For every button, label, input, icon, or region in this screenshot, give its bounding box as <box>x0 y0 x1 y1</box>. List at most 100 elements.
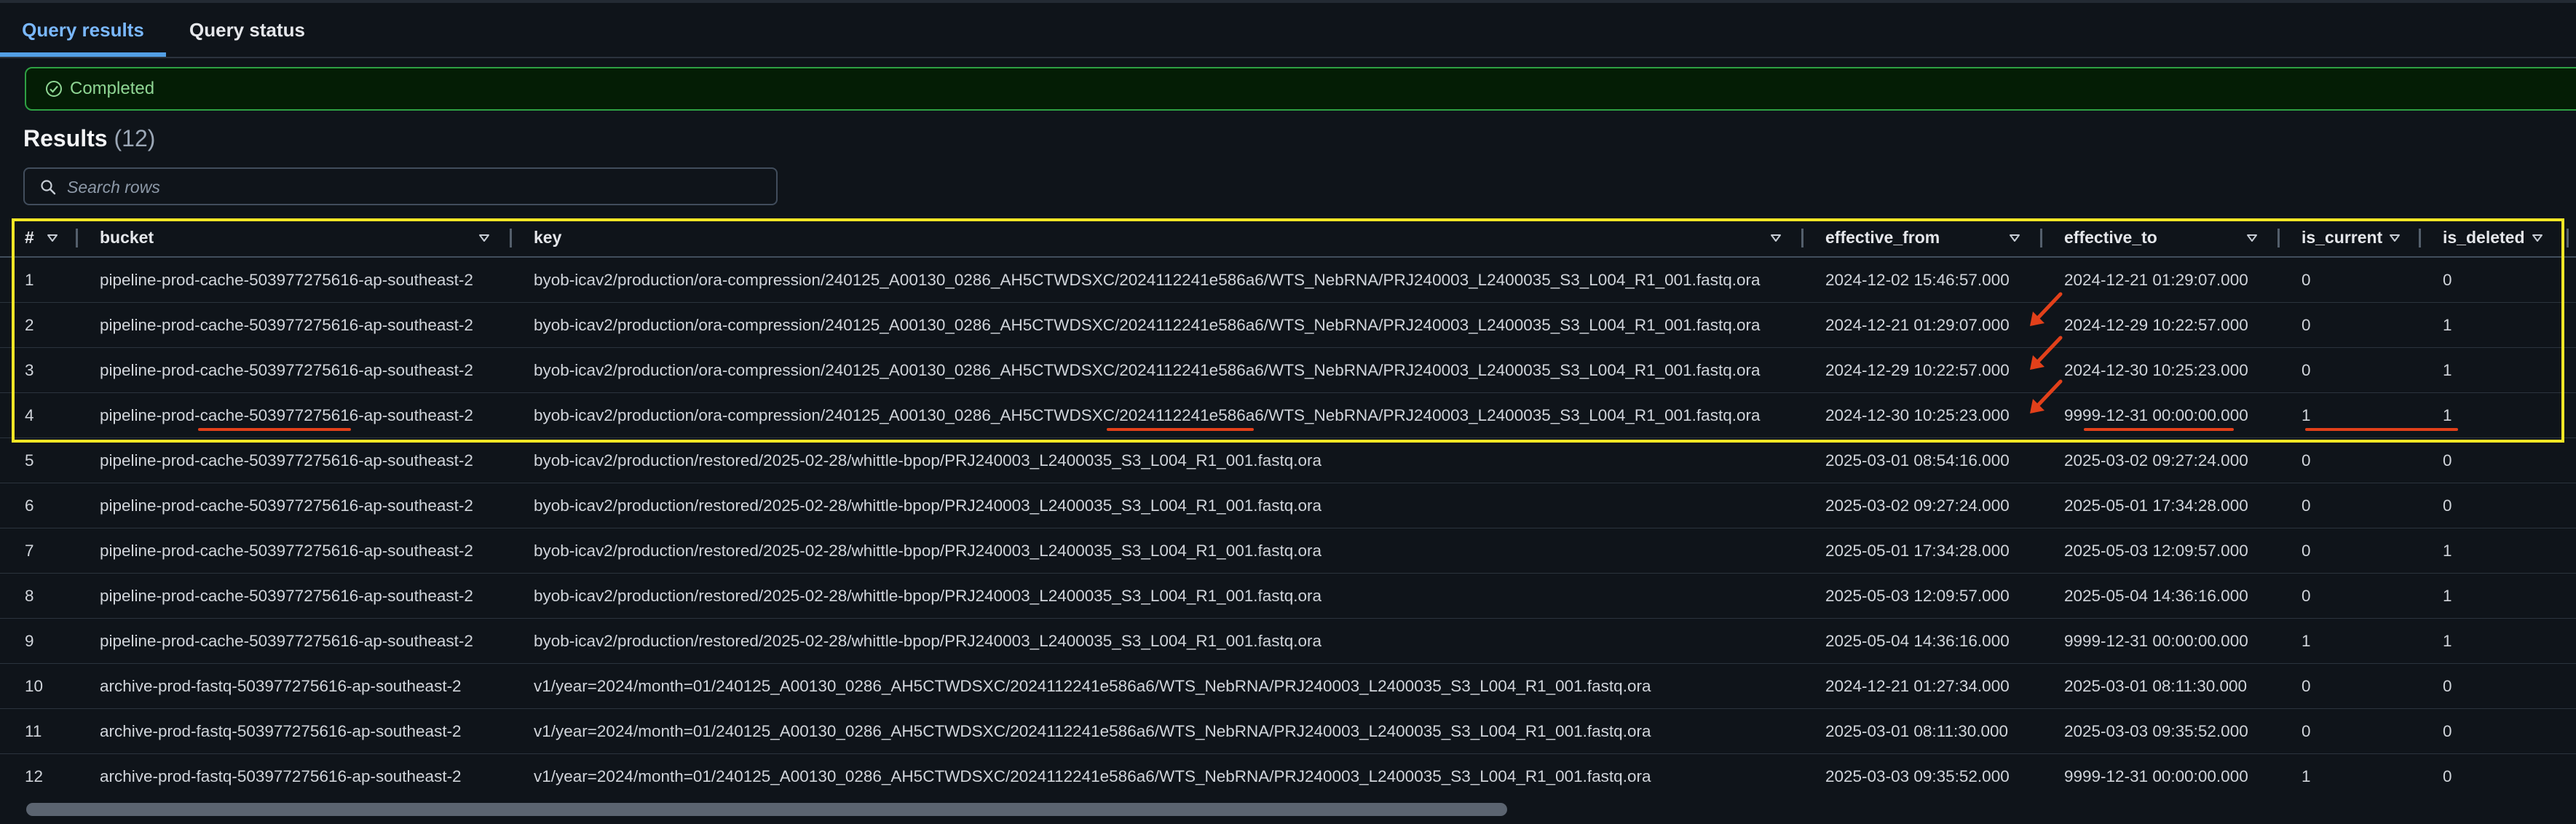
cell-effective-to: 9999-12-31 00:00:00.000 <box>2042 392 2280 438</box>
table-row[interactable]: 6 pipeline-prod-cache-503977275616-ap-so… <box>0 483 2576 528</box>
cell-index: 10 <box>0 663 78 709</box>
column-header-bucket[interactable]: bucket <box>78 218 512 258</box>
cell-key: byob-icav2/production/restored/2025-02-2… <box>512 573 1803 619</box>
cell-index: 9 <box>0 618 78 664</box>
cell-is-current: 0 <box>2280 437 2421 483</box>
cell-bucket: pipeline-prod-cache-503977275616-ap-sout… <box>78 392 512 438</box>
table-row[interactable]: 12 archive-prod-fastq-503977275616-ap-so… <box>0 753 2576 797</box>
cell-index: 3 <box>0 347 78 393</box>
column-header-is-deleted[interactable]: is_deleted <box>2421 218 2576 258</box>
table-row[interactable]: 7 pipeline-prod-cache-503977275616-ap-so… <box>0 528 2576 574</box>
table-row[interactable]: 1 pipeline-prod-cache-503977275616-ap-so… <box>0 257 2576 303</box>
cell-is-current: 0 <box>2280 347 2421 393</box>
caret-down-icon[interactable] <box>1769 231 1783 245</box>
caret-down-icon[interactable] <box>2245 231 2259 245</box>
cell-index: 8 <box>0 573 78 619</box>
table-row[interactable]: 10 archive-prod-fastq-503977275616-ap-so… <box>0 663 2576 709</box>
caret-down-icon[interactable] <box>2530 231 2545 245</box>
table-row[interactable]: 2 pipeline-prod-cache-503977275616-ap-so… <box>0 302 2576 348</box>
column-header-label: effective_from <box>1825 227 1940 247</box>
table-row[interactable]: 9 pipeline-prod-cache-503977275616-ap-so… <box>0 618 2576 664</box>
table-row[interactable]: 11 archive-prod-fastq-503977275616-ap-so… <box>0 708 2576 754</box>
cell-effective-from: 2024-12-21 01:29:07.000 <box>1803 302 2042 348</box>
cell-key: byob-icav2/production/ora-compression/24… <box>512 257 1803 303</box>
cell-key: byob-icav2/production/ora-compression/24… <box>512 392 1803 438</box>
cell-effective-from: 2024-12-02 15:46:57.000 <box>1803 257 2042 303</box>
cell-effective-from: 2025-03-01 08:11:30.000 <box>1803 708 2042 754</box>
table-header-row: # bucket key effective_from effective_to… <box>0 218 2576 258</box>
cell-bucket: pipeline-prod-cache-503977275616-ap-sout… <box>78 257 512 303</box>
caret-down-icon[interactable] <box>45 231 60 245</box>
cell-is-deleted: 1 <box>2421 302 2576 348</box>
column-header-label: is_current <box>2302 227 2383 247</box>
table-row[interactable]: 3 pipeline-prod-cache-503977275616-ap-so… <box>0 347 2576 393</box>
caret-down-icon[interactable] <box>477 231 491 245</box>
cell-effective-to: 2025-03-01 08:11:30.000 <box>2042 663 2280 709</box>
cell-effective-to: 2025-03-03 09:35:52.000 <box>2042 708 2280 754</box>
cell-is-current: 0 <box>2280 573 2421 619</box>
cell-index: 7 <box>0 528 78 574</box>
cell-effective-from: 2025-03-03 09:35:52.000 <box>1803 753 2042 797</box>
cell-bucket: pipeline-prod-cache-503977275616-ap-sout… <box>78 483 512 528</box>
cell-key: byob-icav2/production/ora-compression/24… <box>512 302 1803 348</box>
column-header-label: key <box>534 227 562 247</box>
column-header-label: is_deleted <box>2443 227 2525 247</box>
cell-is-deleted: 0 <box>2421 257 2576 303</box>
cell-is-current: 0 <box>2280 302 2421 348</box>
search-box[interactable] <box>23 167 778 205</box>
cell-effective-to: 2024-12-21 01:29:07.000 <box>2042 257 2280 303</box>
column-header-is-current[interactable]: is_current <box>2280 218 2421 258</box>
table-row[interactable]: 4 pipeline-prod-cache-503977275616-ap-so… <box>0 392 2576 438</box>
cell-bucket: pipeline-prod-cache-503977275616-ap-sout… <box>78 573 512 619</box>
table-row[interactable]: 5 pipeline-prod-cache-503977275616-ap-so… <box>0 437 2576 483</box>
tab-query-results[interactable]: Query results <box>0 3 166 57</box>
cell-key: byob-icav2/production/restored/2025-02-2… <box>512 528 1803 574</box>
cell-index: 6 <box>0 483 78 528</box>
cell-is-deleted: 0 <box>2421 753 2576 797</box>
cell-is-deleted: 1 <box>2421 392 2576 438</box>
caret-down-icon[interactable] <box>2387 231 2402 245</box>
results-table-container[interactable]: # bucket key effective_from effective_to… <box>0 218 2576 797</box>
cell-index: 2 <box>0 302 78 348</box>
cell-is-deleted: 1 <box>2421 618 2576 664</box>
column-header-index[interactable]: # <box>0 218 78 258</box>
table-row[interactable]: 8 pipeline-prod-cache-503977275616-ap-so… <box>0 573 2576 619</box>
cell-effective-from: 2024-12-29 10:22:57.000 <box>1803 347 2042 393</box>
cell-key: byob-icav2/production/restored/2025-02-2… <box>512 437 1803 483</box>
cell-effective-to: 2025-03-02 09:27:24.000 <box>2042 437 2280 483</box>
search-icon <box>41 180 56 195</box>
column-divider[interactable] <box>2567 229 2569 247</box>
cell-key: v1/year=2024/month=01/240125_A00130_0286… <box>512 663 1803 709</box>
column-header-effective-to[interactable]: effective_to <box>2042 218 2280 258</box>
cell-index: 1 <box>0 257 78 303</box>
column-header-label: bucket <box>100 227 154 247</box>
column-header-label: # <box>25 227 34 247</box>
check-circle-icon <box>46 81 62 97</box>
cell-is-current: 0 <box>2280 663 2421 709</box>
cell-key: byob-icav2/production/ora-compression/24… <box>512 347 1803 393</box>
cell-is-current: 0 <box>2280 708 2421 754</box>
cell-effective-from: 2025-05-04 14:36:16.000 <box>1803 618 2042 664</box>
cell-effective-to: 9999-12-31 00:00:00.000 <box>2042 753 2280 797</box>
caret-down-icon[interactable] <box>2007 231 2022 245</box>
column-header-key[interactable]: key <box>512 218 1803 258</box>
horizontal-scrollbar-thumb[interactable] <box>26 803 1507 816</box>
cell-effective-from: 2024-12-30 10:25:23.000 <box>1803 392 2042 438</box>
tab-query-status[interactable]: Query status <box>189 3 305 57</box>
column-header-effective-from[interactable]: effective_from <box>1803 218 2042 258</box>
status-banner: Completed <box>25 67 2576 111</box>
cell-bucket: archive-prod-fastq-503977275616-ap-south… <box>78 708 512 754</box>
results-heading: Results (12) <box>23 125 155 152</box>
cell-is-deleted: 0 <box>2421 708 2576 754</box>
cell-is-current: 0 <box>2280 257 2421 303</box>
cell-effective-to: 2024-12-29 10:22:57.000 <box>2042 302 2280 348</box>
cell-index: 5 <box>0 437 78 483</box>
cell-effective-to: 2025-05-01 17:34:28.000 <box>2042 483 2280 528</box>
cell-bucket: pipeline-prod-cache-503977275616-ap-sout… <box>78 302 512 348</box>
cell-is-current: 1 <box>2280 392 2421 438</box>
cell-effective-to: 2025-05-04 14:36:16.000 <box>2042 573 2280 619</box>
search-input[interactable] <box>66 169 767 205</box>
cell-effective-from: 2025-05-01 17:34:28.000 <box>1803 528 2042 574</box>
results-count: (12) <box>114 125 156 151</box>
cell-key: byob-icav2/production/restored/2025-02-2… <box>512 483 1803 528</box>
